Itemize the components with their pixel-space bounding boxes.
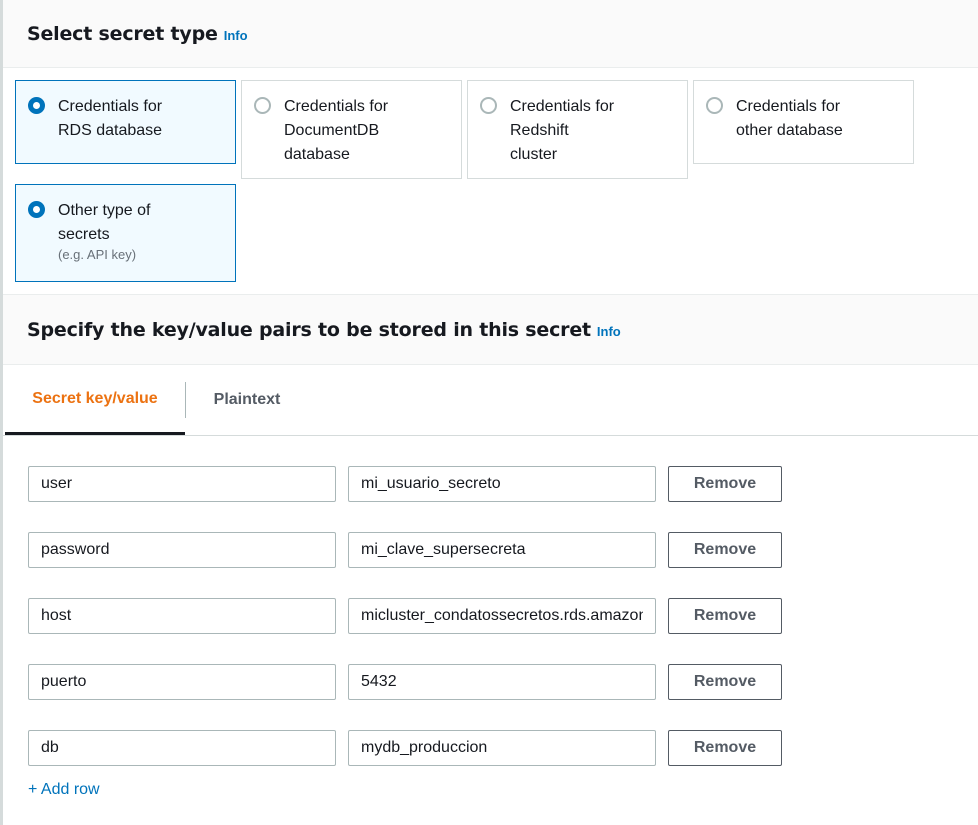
- key-input[interactable]: [28, 466, 336, 502]
- card-label: DocumentDB: [284, 122, 380, 139]
- value-input[interactable]: [348, 598, 656, 634]
- remove-button[interactable]: Remove: [668, 664, 782, 700]
- card-label: Credentials for: [510, 98, 615, 115]
- card-label: Credentials for: [736, 98, 841, 115]
- radio-icon[interactable]: [706, 97, 723, 114]
- value-input[interactable]: [348, 466, 656, 502]
- select-secret-type-header: Select secret type Info: [3, 0, 978, 68]
- tabs: Secret key/value Plaintext: [3, 365, 978, 436]
- remove-button[interactable]: Remove: [668, 730, 782, 766]
- secret-type-other[interactable]: Other type of secrets (e.g. API key): [15, 184, 236, 282]
- radio-icon[interactable]: [480, 97, 497, 114]
- section-title: Specify the key/value pairs to be stored…: [27, 318, 591, 341]
- secret-type-rds[interactable]: Credentials for RDS database: [15, 80, 236, 164]
- remove-button[interactable]: Remove: [668, 466, 782, 502]
- radio-icon[interactable]: [28, 97, 45, 114]
- card-label: Credentials for: [284, 98, 389, 115]
- info-link[interactable]: Info: [224, 28, 248, 43]
- card-label: Credentials for: [58, 98, 163, 115]
- value-input[interactable]: [348, 664, 656, 700]
- remove-button[interactable]: Remove: [668, 532, 782, 568]
- section-title: Select secret type: [27, 22, 218, 45]
- secret-type-other-database[interactable]: Credentials for other database: [693, 80, 914, 164]
- secret-type-redshift[interactable]: Credentials for Redshift cluster: [467, 80, 688, 179]
- key-input[interactable]: [28, 730, 336, 766]
- key-input[interactable]: [28, 664, 336, 700]
- radio-icon[interactable]: [254, 97, 271, 114]
- card-description: (e.g. API key): [58, 247, 137, 262]
- card-label: database: [284, 146, 350, 163]
- key-value-header: Specify the key/value pairs to be stored…: [3, 294, 978, 365]
- key-input[interactable]: [28, 532, 336, 568]
- add-row-link[interactable]: + Add row: [28, 781, 100, 799]
- card-label: Other type of: [58, 202, 151, 219]
- tab-secret-key-value[interactable]: Secret key/value: [5, 365, 185, 435]
- card-label: Redshift: [510, 122, 569, 139]
- info-link[interactable]: Info: [597, 324, 621, 339]
- secret-type-documentdb[interactable]: Credentials for DocumentDB database: [241, 80, 462, 179]
- value-input[interactable]: [348, 730, 656, 766]
- tab-plaintext[interactable]: Plaintext: [188, 365, 306, 435]
- card-label: RDS database: [58, 122, 163, 139]
- card-label: other database: [736, 122, 843, 139]
- card-label: secrets: [58, 226, 110, 243]
- key-input[interactable]: [28, 598, 336, 634]
- card-label: cluster: [510, 146, 558, 163]
- remove-button[interactable]: Remove: [668, 598, 782, 634]
- radio-selected-icon[interactable]: [28, 201, 45, 218]
- value-input[interactable]: [348, 532, 656, 568]
- tab-divider: [185, 382, 186, 418]
